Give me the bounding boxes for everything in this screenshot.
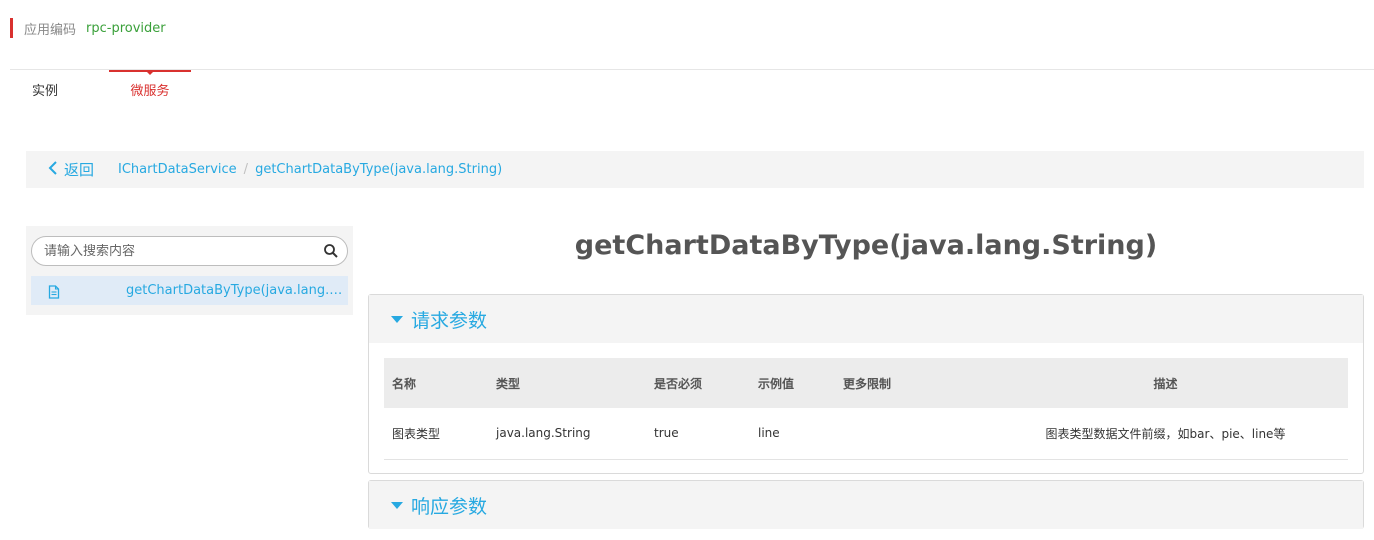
- header-accent-bar: [10, 18, 13, 38]
- column-header: 示例值: [750, 358, 835, 408]
- response-params-header[interactable]: 响应参数: [369, 481, 1363, 529]
- caret-down-icon: [391, 315, 403, 323]
- app-header: 应用编码 rpc-provider: [10, 18, 166, 38]
- param-constraints: [835, 408, 975, 460]
- method-sidebar: getChartDataByType(java.lang.S...: [26, 226, 353, 315]
- table-row: 图表类型 java.lang.String true line 图表类型数据文件…: [384, 408, 1348, 460]
- search-box: [31, 236, 348, 266]
- tab-instance[interactable]: 实例: [14, 70, 76, 106]
- param-required: true: [646, 408, 750, 460]
- app-code-label: 应用编码: [24, 22, 77, 38]
- column-header: 类型: [488, 358, 646, 408]
- back-button[interactable]: 返回: [48, 159, 94, 180]
- active-tab-caret-icon: [146, 71, 154, 75]
- response-params-panel: 响应参数: [368, 480, 1364, 529]
- caret-down-icon: [391, 501, 403, 509]
- request-params-header[interactable]: 请求参数: [369, 295, 1363, 343]
- column-header: 是否必须: [646, 358, 750, 408]
- sidebar-item-label: getChartDataByType(java.lang.S...: [126, 283, 346, 298]
- breadcrumb: 返回 IChartDataService / getChartDataByTyp…: [26, 151, 1364, 188]
- page-title: getChartDataByType(java.lang.String): [574, 230, 1158, 261]
- param-description: 图表类型数据文件前缀，如bar、pie、line等: [975, 408, 1348, 460]
- search-input[interactable]: [44, 243, 324, 259]
- param-type: java.lang.String: [488, 408, 646, 460]
- back-label: 返回: [64, 161, 95, 179]
- param-name: 图表类型: [384, 408, 488, 460]
- header-divider: [10, 69, 1374, 70]
- request-params-table: 名称 类型 是否必须 示例值 更多限制 描述 图表类型 java.lang.St…: [384, 358, 1348, 460]
- search-icon[interactable]: [323, 243, 339, 259]
- table-header-row: 名称 类型 是否必须 示例值 更多限制 描述: [384, 358, 1348, 408]
- tab-microservice-label: 微服务: [130, 83, 170, 99]
- breadcrumb-service[interactable]: IChartDataService: [118, 162, 237, 177]
- column-header: 描述: [975, 358, 1348, 408]
- response-params-title: 响应参数: [411, 495, 488, 518]
- chevron-left-icon: [48, 160, 58, 179]
- breadcrumb-method[interactable]: getChartDataByType(java.lang.String): [255, 162, 502, 177]
- param-example: line: [750, 408, 835, 460]
- column-header: 名称: [384, 358, 488, 408]
- document-icon: [47, 284, 61, 299]
- app-code-value: rpc-provider: [86, 20, 166, 36]
- request-params-title: 请求参数: [411, 309, 488, 332]
- request-params-panel: 请求参数 名称 类型 是否必须 示例值 更多限制 描述 图表类型 java.la…: [368, 294, 1364, 474]
- sidebar-item-method[interactable]: getChartDataByType(java.lang.S...: [31, 276, 348, 305]
- tab-microservice[interactable]: 微服务: [109, 70, 191, 106]
- breadcrumb-separator: /: [243, 162, 249, 177]
- column-header: 更多限制: [835, 358, 975, 408]
